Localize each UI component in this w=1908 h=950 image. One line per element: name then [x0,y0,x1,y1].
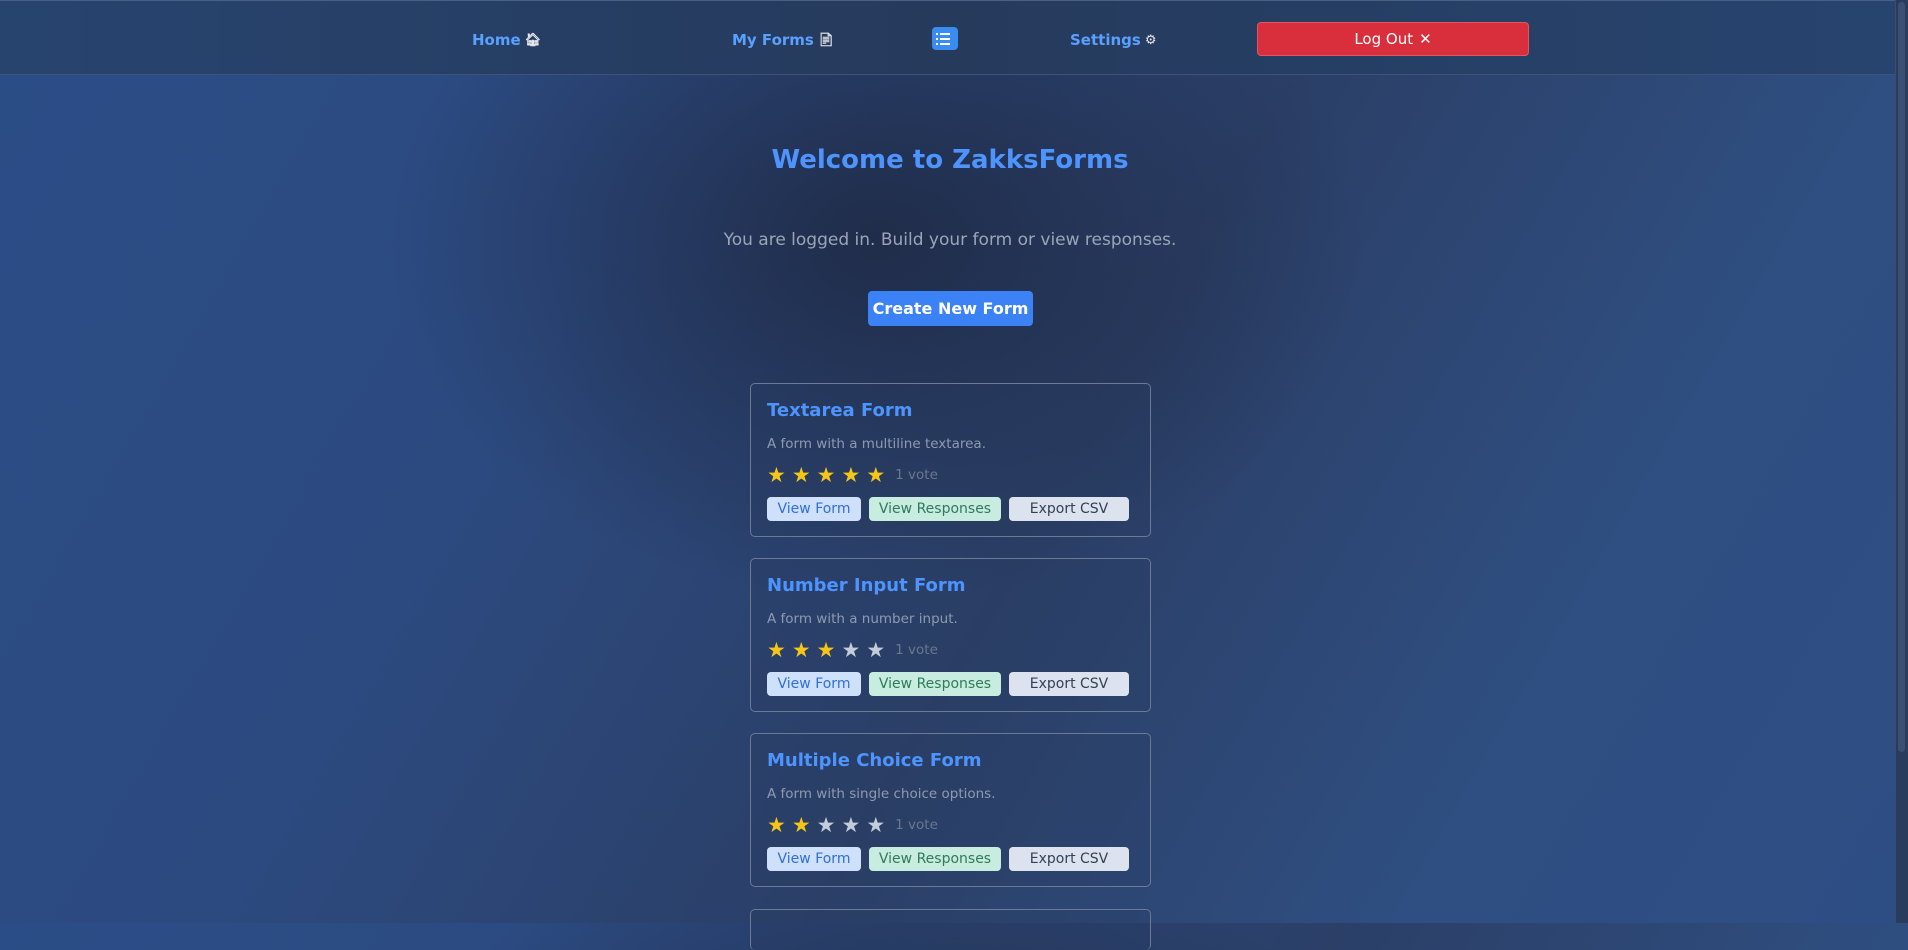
export-csv-button[interactable]: Export CSV [1009,497,1129,521]
form-card-actions: View Form View Responses Export CSV [767,672,1129,696]
view-responses-button[interactable]: View Responses [869,672,1001,696]
logout-button[interactable]: Log Out ✕ [1257,22,1529,56]
house-icon: 🏠︎ [524,32,542,48]
star-icon[interactable]: ★ [866,464,885,486]
vote-count: 1 vote [895,642,938,658]
nav-home-link[interactable]: Home 🏠︎ [472,31,541,49]
page-title: Welcome to ZakksForms [771,145,1129,175]
scrollbar-thumb[interactable] [1898,2,1905,752]
form-card-actions: View Form View Responses Export CSV [767,497,1129,521]
form-card: Textarea Form A form with a multiline tex… [750,383,1151,537]
star-icon[interactable]: ★ [792,814,811,836]
form-card-description: A form with single choice options. [767,786,996,802]
form-card-title[interactable]: Textarea Form [767,400,913,421]
view-responses-button[interactable]: View Responses [869,847,1001,871]
star-icon[interactable]: ★ [817,639,836,661]
close-icon: ✕ [1419,30,1432,48]
nav-settings-link[interactable]: Settings ⚙ [1070,31,1156,49]
nav-my-forms-label: My Forms [732,31,814,49]
form-card: Number Input Form A form with a number in… [750,558,1151,712]
star-icon[interactable]: ★ [817,814,836,836]
view-form-button[interactable]: View Form [767,497,861,521]
view-form-button[interactable]: View Form [767,672,861,696]
form-card-title[interactable]: Number Input Form [767,575,966,596]
star-icon[interactable]: ★ [767,814,786,836]
form-card-partial [750,909,1151,950]
export-csv-button[interactable]: Export CSV [1009,847,1129,871]
export-csv-button[interactable]: Export CSV [1009,672,1129,696]
star-rating[interactable]: ★ ★ ★ ★ ★ 1 vote [767,814,938,836]
form-card-actions: View Form View Responses Export CSV [767,847,1129,871]
nav-settings-label: Settings [1070,31,1141,49]
logout-label: Log Out [1354,30,1414,48]
star-icon[interactable]: ★ [841,814,860,836]
top-navbar: Home 🏠︎ My Forms 📄︎ Settings ⚙ Log Out ✕ [0,0,1896,75]
form-card-description: A form with a number input. [767,611,958,627]
star-icon[interactable]: ★ [866,814,885,836]
form-card: Multiple Choice Form A form with single c… [750,733,1151,887]
vote-count: 1 vote [895,467,938,483]
star-icon[interactable]: ★ [792,464,811,486]
star-icon[interactable]: ★ [841,464,860,486]
star-icon[interactable]: ★ [841,639,860,661]
star-icon[interactable]: ★ [767,464,786,486]
nav-my-forms-link[interactable]: My Forms 📄︎ [732,31,834,49]
nav-home-label: Home [472,31,521,49]
star-icon[interactable]: ★ [792,639,811,661]
form-card-title[interactable]: Multiple Choice Form [767,750,981,771]
form-card-description: A form with a multiline textarea. [767,436,986,452]
vote-count: 1 vote [895,817,938,833]
form-list-icon[interactable] [932,27,958,50]
scrollbar[interactable] [1895,0,1908,923]
create-new-form-button[interactable]: Create New Form [868,291,1033,326]
star-rating[interactable]: ★ ★ ★ ★ ★ 1 vote [767,464,938,486]
document-icon: 📄︎ [817,32,835,48]
view-form-button[interactable]: View Form [767,847,861,871]
star-icon[interactable]: ★ [817,464,836,486]
view-responses-button[interactable]: View Responses [869,497,1001,521]
star-icon[interactable]: ★ [866,639,885,661]
star-icon[interactable]: ★ [767,639,786,661]
star-rating[interactable]: ★ ★ ★ ★ ★ 1 vote [767,639,938,661]
page-subtitle: You are logged in. Build your form or vi… [723,230,1177,250]
gear-icon: ⚙ [1144,32,1157,48]
